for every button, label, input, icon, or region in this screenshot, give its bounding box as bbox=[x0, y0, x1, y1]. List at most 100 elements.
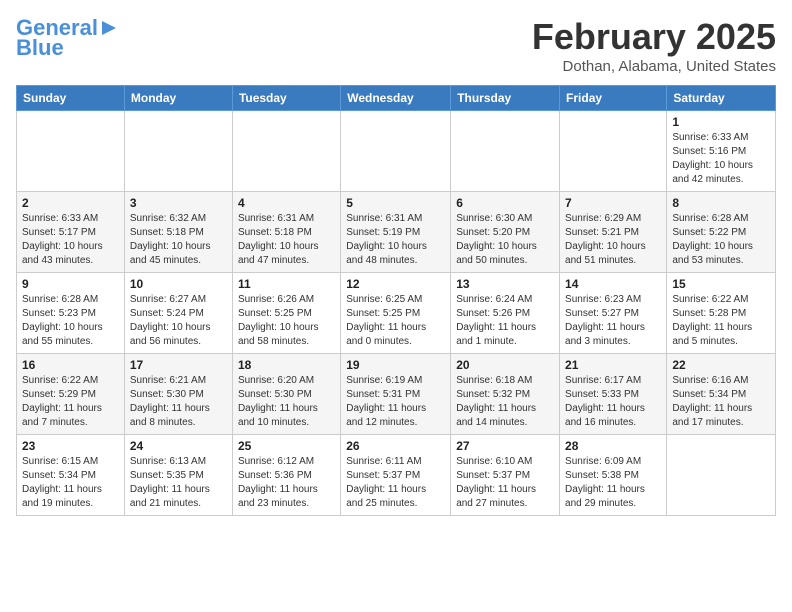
day-info: Sunrise: 6:09 AM Sunset: 5:38 PM Dayligh… bbox=[565, 455, 661, 511]
day-info: Sunrise: 6:13 AM Sunset: 5:35 PM Dayligh… bbox=[130, 455, 227, 511]
col-header-tuesday: Tuesday bbox=[232, 86, 340, 111]
calendar-cell bbox=[560, 111, 667, 192]
day-info: Sunrise: 6:28 AM Sunset: 5:23 PM Dayligh… bbox=[22, 293, 119, 349]
calendar-cell: 23 Sunrise: 6:15 AM Sunset: 5:34 PM Dayli… bbox=[17, 435, 125, 516]
day-number: 19 bbox=[346, 358, 445, 372]
col-header-monday: Monday bbox=[124, 86, 232, 111]
day-info: Sunrise: 6:31 AM Sunset: 5:18 PM Dayligh… bbox=[238, 212, 335, 268]
calendar-table: SundayMondayTuesdayWednesdayThursdayFrid… bbox=[16, 85, 776, 516]
calendar-cell bbox=[451, 111, 560, 192]
day-info: Sunrise: 6:21 AM Sunset: 5:30 PM Dayligh… bbox=[130, 374, 227, 430]
calendar-week-row: 9Sunrise: 6:28 AM Sunset: 5:23 PM Daylig… bbox=[17, 273, 776, 354]
calendar-cell: 25 Sunrise: 6:12 AM Sunset: 5:36 PM Dayli… bbox=[232, 435, 340, 516]
calendar-cell bbox=[232, 111, 340, 192]
day-info: Sunrise: 6:10 AM Sunset: 5:37 PM Dayligh… bbox=[456, 455, 554, 511]
day-info: Sunrise: 6:22 AM Sunset: 5:28 PM Dayligh… bbox=[672, 293, 770, 349]
day-info: Sunrise: 6:32 AM Sunset: 5:18 PM Dayligh… bbox=[130, 212, 227, 268]
calendar-cell bbox=[341, 111, 451, 192]
calendar-cell: 28 Sunrise: 6:09 AM Sunset: 5:38 PM Dayli… bbox=[560, 435, 667, 516]
day-info: Sunrise: 6:17 AM Sunset: 5:33 PM Dayligh… bbox=[565, 374, 661, 430]
day-number: 27 bbox=[456, 439, 554, 453]
day-number: 26 bbox=[346, 439, 445, 453]
calendar-cell bbox=[17, 111, 125, 192]
day-number: 25 bbox=[238, 439, 335, 453]
day-number: 11 bbox=[238, 277, 335, 291]
day-number: 6 bbox=[456, 196, 554, 210]
calendar-week-row: 23 Sunrise: 6:15 AM Sunset: 5:34 PM Dayli… bbox=[17, 435, 776, 516]
day-number: 5 bbox=[346, 196, 445, 210]
col-header-sunday: Sunday bbox=[17, 86, 125, 111]
calendar-cell: 17 Sunrise: 6:21 AM Sunset: 5:30 PM Dayli… bbox=[124, 354, 232, 435]
day-info: Sunrise: 6:18 AM Sunset: 5:32 PM Dayligh… bbox=[456, 374, 554, 430]
day-number: 21 bbox=[565, 358, 661, 372]
day-number: 17 bbox=[130, 358, 227, 372]
calendar-cell: 11 Sunrise: 6:26 AM Sunset: 5:25 PM Dayli… bbox=[232, 273, 340, 354]
logo-blue: Blue bbox=[16, 36, 64, 60]
day-number: 20 bbox=[456, 358, 554, 372]
day-number: 22 bbox=[672, 358, 770, 372]
day-number: 14 bbox=[565, 277, 661, 291]
calendar-cell: 2 Sunrise: 6:33 AM Sunset: 5:17 PM Daylig… bbox=[17, 192, 125, 273]
day-number: 15 bbox=[672, 277, 770, 291]
day-number: 28 bbox=[565, 439, 661, 453]
day-info: Sunrise: 6:33 AM Sunset: 5:16 PM Dayligh… bbox=[672, 131, 770, 187]
col-header-friday: Friday bbox=[560, 86, 667, 111]
day-info: Sunrise: 6:26 AM Sunset: 5:25 PM Dayligh… bbox=[238, 293, 335, 349]
day-info: Sunrise: 6:28 AM Sunset: 5:22 PM Dayligh… bbox=[672, 212, 770, 268]
day-info: Sunrise: 6:25 AM Sunset: 5:25 PM Dayligh… bbox=[346, 293, 445, 349]
month-year: February 2025 bbox=[532, 16, 776, 58]
title-area: February 2025 Dothan, Alabama, United St… bbox=[532, 16, 776, 75]
day-number: 18 bbox=[238, 358, 335, 372]
calendar-cell: 20 Sunrise: 6:18 AM Sunset: 5:32 PM Dayli… bbox=[451, 354, 560, 435]
calendar-cell: 1Sunrise: 6:33 AM Sunset: 5:16 PM Daylig… bbox=[667, 111, 776, 192]
col-header-saturday: Saturday bbox=[667, 86, 776, 111]
calendar-cell: 7 Sunrise: 6:29 AM Sunset: 5:21 PM Daylig… bbox=[560, 192, 667, 273]
day-number: 23 bbox=[22, 439, 119, 453]
day-number: 10 bbox=[130, 277, 227, 291]
day-number: 16 bbox=[22, 358, 119, 372]
location: Dothan, Alabama, United States bbox=[532, 58, 776, 75]
calendar-cell: 14 Sunrise: 6:23 AM Sunset: 5:27 PM Dayli… bbox=[560, 273, 667, 354]
day-info: Sunrise: 6:30 AM Sunset: 5:20 PM Dayligh… bbox=[456, 212, 554, 268]
calendar-cell: 12 Sunrise: 6:25 AM Sunset: 5:25 PM Dayli… bbox=[341, 273, 451, 354]
day-info: Sunrise: 6:33 AM Sunset: 5:17 PM Dayligh… bbox=[22, 212, 119, 268]
calendar-week-row: 2 Sunrise: 6:33 AM Sunset: 5:17 PM Daylig… bbox=[17, 192, 776, 273]
day-info: Sunrise: 6:16 AM Sunset: 5:34 PM Dayligh… bbox=[672, 374, 770, 430]
day-info: Sunrise: 6:27 AM Sunset: 5:24 PM Dayligh… bbox=[130, 293, 227, 349]
logo-arrow-icon bbox=[98, 17, 120, 39]
calendar-cell bbox=[667, 435, 776, 516]
calendar-header-row: SundayMondayTuesdayWednesdayThursdayFrid… bbox=[17, 86, 776, 111]
calendar-cell: 6 Sunrise: 6:30 AM Sunset: 5:20 PM Daylig… bbox=[451, 192, 560, 273]
calendar-cell: 21 Sunrise: 6:17 AM Sunset: 5:33 PM Dayli… bbox=[560, 354, 667, 435]
day-info: Sunrise: 6:23 AM Sunset: 5:27 PM Dayligh… bbox=[565, 293, 661, 349]
calendar-cell: 18 Sunrise: 6:20 AM Sunset: 5:30 PM Dayli… bbox=[232, 354, 340, 435]
calendar-cell: 27 Sunrise: 6:10 AM Sunset: 5:37 PM Dayli… bbox=[451, 435, 560, 516]
day-number: 3 bbox=[130, 196, 227, 210]
day-info: Sunrise: 6:29 AM Sunset: 5:21 PM Dayligh… bbox=[565, 212, 661, 268]
day-number: 7 bbox=[565, 196, 661, 210]
day-number: 4 bbox=[238, 196, 335, 210]
day-number: 12 bbox=[346, 277, 445, 291]
day-info: Sunrise: 6:20 AM Sunset: 5:30 PM Dayligh… bbox=[238, 374, 335, 430]
calendar-cell: 22 Sunrise: 6:16 AM Sunset: 5:34 PM Dayli… bbox=[667, 354, 776, 435]
calendar-cell: 9Sunrise: 6:28 AM Sunset: 5:23 PM Daylig… bbox=[17, 273, 125, 354]
day-info: Sunrise: 6:15 AM Sunset: 5:34 PM Dayligh… bbox=[22, 455, 119, 511]
calendar-cell: 3 Sunrise: 6:32 AM Sunset: 5:18 PM Daylig… bbox=[124, 192, 232, 273]
calendar-cell: 13 Sunrise: 6:24 AM Sunset: 5:26 PM Dayli… bbox=[451, 273, 560, 354]
day-number: 2 bbox=[22, 196, 119, 210]
calendar-cell bbox=[124, 111, 232, 192]
day-info: Sunrise: 6:31 AM Sunset: 5:19 PM Dayligh… bbox=[346, 212, 445, 268]
calendar-cell: 5 Sunrise: 6:31 AM Sunset: 5:19 PM Daylig… bbox=[341, 192, 451, 273]
day-info: Sunrise: 6:19 AM Sunset: 5:31 PM Dayligh… bbox=[346, 374, 445, 430]
calendar-week-row: 1Sunrise: 6:33 AM Sunset: 5:16 PM Daylig… bbox=[17, 111, 776, 192]
day-info: Sunrise: 6:24 AM Sunset: 5:26 PM Dayligh… bbox=[456, 293, 554, 349]
calendar-cell: 8Sunrise: 6:28 AM Sunset: 5:22 PM Daylig… bbox=[667, 192, 776, 273]
logo: General Blue bbox=[16, 16, 120, 60]
day-number: 24 bbox=[130, 439, 227, 453]
calendar-cell: 26Sunrise: 6:11 AM Sunset: 5:37 PM Dayli… bbox=[341, 435, 451, 516]
calendar-week-row: 16Sunrise: 6:22 AM Sunset: 5:29 PM Dayli… bbox=[17, 354, 776, 435]
day-info: Sunrise: 6:12 AM Sunset: 5:36 PM Dayligh… bbox=[238, 455, 335, 511]
day-number: 13 bbox=[456, 277, 554, 291]
calendar-cell: 16Sunrise: 6:22 AM Sunset: 5:29 PM Dayli… bbox=[17, 354, 125, 435]
calendar-cell: 15 Sunrise: 6:22 AM Sunset: 5:28 PM Dayli… bbox=[667, 273, 776, 354]
